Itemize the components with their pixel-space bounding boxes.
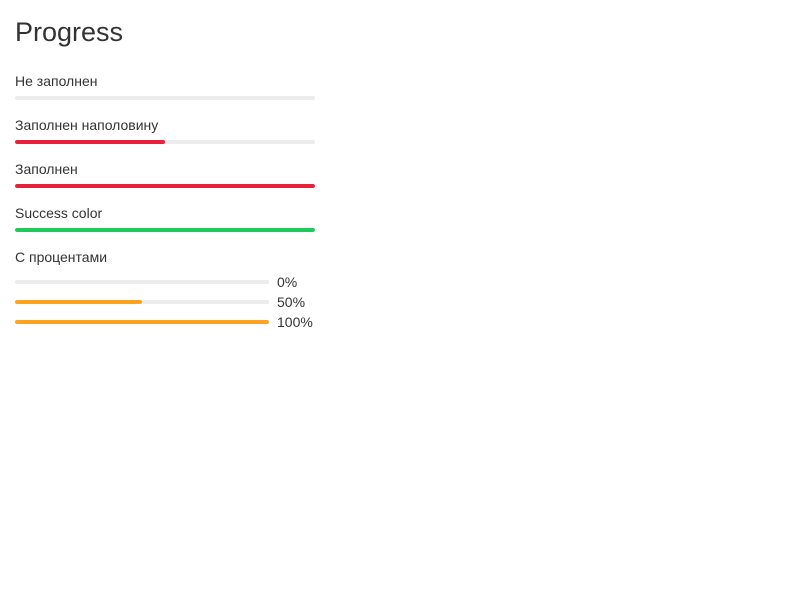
progress-label-empty: Не заполнен (15, 73, 98, 89)
percent-progress-bar (15, 320, 269, 324)
progress-fill-full (15, 184, 315, 188)
progress-bar-half (15, 140, 315, 144)
percent-progress-fill (15, 320, 269, 324)
progress-label-half: Заполнен наполовину (15, 117, 159, 133)
percent-progress-value: 0% (277, 274, 298, 290)
percent-progress-row-2: 100% (15, 314, 325, 330)
progress-bar-success (15, 228, 315, 232)
percent-progress-row-1: 50% (15, 294, 325, 310)
progress-bar-empty (15, 96, 315, 100)
percent-progress-fill (15, 300, 142, 304)
progress-label-percent: С процентами (15, 249, 108, 265)
percent-progress-bar (15, 300, 269, 304)
percent-progress-row-0: 0% (15, 274, 325, 290)
progress-fill-success (15, 228, 315, 232)
percent-progress-bar (15, 280, 269, 284)
percent-progress-value: 50% (277, 294, 306, 310)
progress-label-success: Success color (15, 205, 103, 221)
progress-fill-half (15, 140, 165, 144)
percent-progress-value: 100% (277, 314, 313, 330)
progress-bar-full (15, 184, 315, 188)
progress-label-full: Заполнен (15, 161, 78, 177)
page-title: Progress (15, 17, 124, 47)
